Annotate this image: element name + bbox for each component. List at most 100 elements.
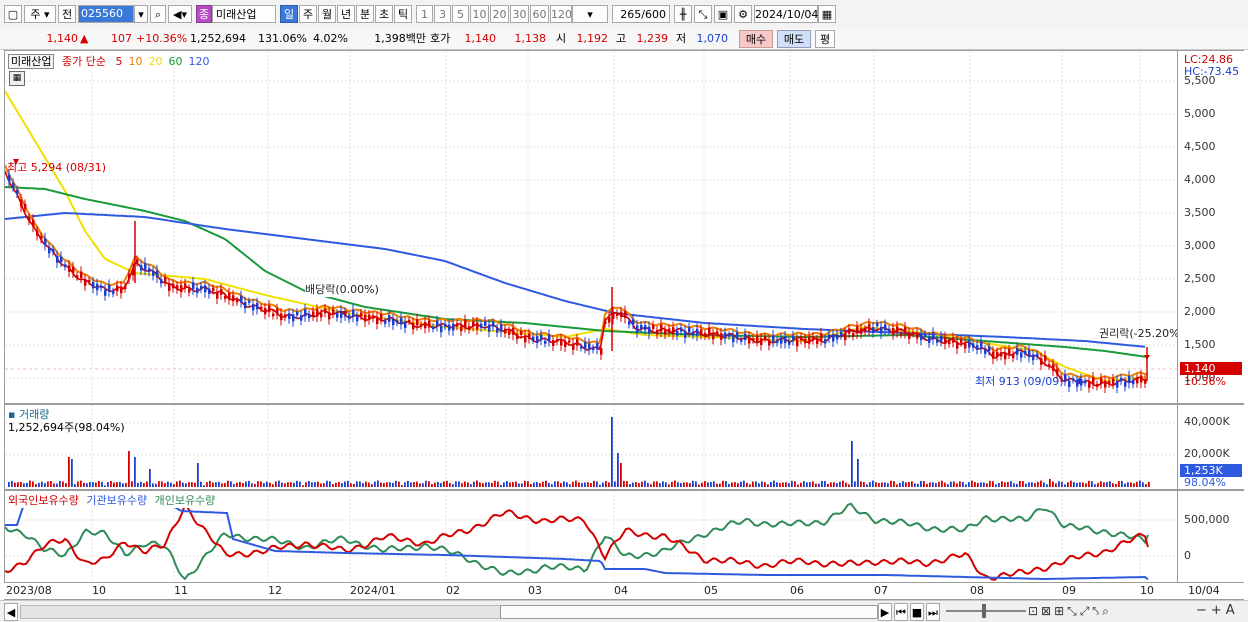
candle-body-279: [1124, 381, 1127, 387]
period-tab-4[interactable]: 분: [356, 5, 374, 23]
interval-button-5[interactable]: 30: [510, 5, 529, 23]
legend-ma-120[interactable]: 120: [188, 55, 209, 68]
volume-bar-213: [647, 482, 649, 487]
legend-ma-10[interactable]: 10: [128, 55, 142, 68]
candle-body-66: [272, 313, 275, 317]
buy-button[interactable]: 매수: [739, 30, 773, 48]
speaker-icon[interactable]: ◀▾: [168, 5, 192, 23]
interval-button-6[interactable]: 60: [530, 5, 549, 23]
stock-code-input[interactable]: [78, 5, 134, 23]
interval-button-1[interactable]: 3: [434, 5, 451, 23]
volume-bar-111: [341, 483, 343, 487]
volume-bar-24: [80, 480, 82, 487]
candle-body-166: [672, 327, 675, 335]
volume-bar-223: [677, 482, 679, 487]
chart-window-icon[interactable]: ▢: [4, 5, 22, 23]
interval-button-7[interactable]: 120: [550, 5, 572, 23]
x-axis: 2023/08 10 11 12 2024/01 02 03 04 05 06 07 08 09 10 10…: [4, 583, 1244, 600]
price-y-axis[interactable]: LC:24.86 HC:-73.45 5,500 5,000 4,500 4,000 3…: [1178, 50, 1244, 404]
volume-bar-182: [554, 481, 556, 487]
candle-body-259: [1044, 355, 1047, 362]
volume-bar-233: [707, 482, 709, 487]
eval-button[interactable]: 평: [815, 30, 835, 48]
zoom-slider-handle[interactable]: [982, 604, 986, 618]
calendar-icon[interactable]: ▦: [818, 5, 836, 23]
stock-name-field[interactable]: 미래산업: [212, 5, 276, 23]
price-chart[interactable]: [5, 51, 1177, 403]
candle-body-2: [16, 189, 19, 194]
volume-chart[interactable]: [5, 405, 1177, 489]
x-tick-9: 06: [790, 584, 804, 597]
candle-body-108: [440, 325, 443, 333]
candle-body-222: [896, 326, 899, 333]
candle-body-278: [1120, 377, 1123, 382]
legend-ma-20[interactable]: 20: [148, 55, 162, 68]
scrollbar-track[interactable]: [20, 605, 502, 619]
hold-tick-500000: 500,000: [1184, 513, 1230, 526]
legend-ma-5[interactable]: 5: [115, 55, 122, 68]
volume-bar-18: [62, 481, 64, 487]
date-field[interactable]: 2024/10/04: [754, 5, 818, 23]
code-dropdown-icon[interactable]: ▾: [134, 5, 148, 23]
candle-body-88: [360, 312, 363, 317]
volume-bar-201: [611, 417, 613, 487]
forward-icon[interactable]: ⏭: [926, 603, 940, 621]
candle-body-145: [588, 343, 591, 351]
holding-pane[interactable]: 외국인보유수량 기관보유수량 개인보유수량: [4, 490, 1178, 583]
period-tab-5[interactable]: 초: [375, 5, 393, 23]
candle-body-22: [96, 283, 99, 291]
legend-stock-name[interactable]: 미래산업: [8, 54, 55, 69]
sell-button[interactable]: 매도: [777, 30, 811, 48]
interval-dropdown[interactable]: ▾: [572, 5, 608, 23]
period-select[interactable]: 주 ▾: [24, 5, 56, 23]
period-tab-1[interactable]: 주: [299, 5, 317, 23]
candle-body-193: [780, 338, 783, 344]
candle-body-92: [376, 317, 379, 324]
zoom-slider[interactable]: [946, 610, 1026, 612]
period-tab-3[interactable]: 년: [337, 5, 355, 23]
interval-button-4[interactable]: 20: [490, 5, 509, 23]
scrollbar-thumb[interactable]: [500, 605, 878, 619]
volume-bar-216: [656, 481, 658, 487]
gear-icon[interactable]: ⚙: [734, 5, 752, 23]
vol-tick-40000k: 40,000K: [1184, 415, 1230, 428]
volume-bar-99: [305, 482, 307, 487]
candle-body-5: [28, 217, 31, 222]
draw-tool-icon[interactable]: ⤡: [694, 5, 712, 23]
interval-button-0[interactable]: 1: [416, 5, 433, 23]
candle-body-237: [956, 341, 959, 349]
stop-icon[interactable]: ■: [910, 603, 924, 621]
volume-bar-338: [1022, 480, 1024, 487]
count-field[interactable]: 265/600: [612, 5, 670, 23]
chart-menu-icon[interactable]: ▦: [9, 71, 25, 86]
legend-ma-60[interactable]: 60: [168, 55, 182, 68]
prev-button[interactable]: 전: [58, 5, 76, 23]
volume-bar-45: [143, 483, 145, 487]
interval-button-3[interactable]: 10: [470, 5, 489, 23]
volume-bar-352: [1064, 484, 1066, 487]
volume-bar-266: [806, 482, 808, 487]
volume-bar-16: [56, 483, 58, 487]
period-tab-0[interactable]: 일: [280, 5, 298, 23]
volume-bar-8: [32, 481, 34, 487]
volume-pane[interactable]: ▪ 거래량 1,252,694주(98.04%): [4, 404, 1178, 490]
price-pane[interactable]: 미래산업 종가 단순 5 10 20 60 120 ▦ 최고 5,294 (08/31)…: [4, 50, 1178, 404]
period-tab-2[interactable]: 월: [318, 5, 336, 23]
scroll-left-icon[interactable]: ◀: [4, 603, 18, 621]
period-tab-6[interactable]: 틱: [394, 5, 412, 23]
drawing-tools-icon[interactable]: ⊡⊠⊞⤡⤢⤣⌕: [1028, 604, 1112, 619]
volume-bar-219: [665, 482, 667, 487]
zoom-buttons-icon[interactable]: −+A: [1196, 603, 1239, 618]
candle-body-269: [1084, 380, 1087, 384]
volume-y-axis[interactable]: 40,000K 20,000K 1,253K 98.04%: [1178, 404, 1244, 490]
volume-bar-96: [296, 480, 298, 487]
high-label: 고: [616, 32, 627, 45]
candle-icon[interactable]: ╫: [674, 5, 692, 23]
volume-bar-320: [968, 482, 970, 487]
search-icon[interactable]: ⌕: [150, 5, 166, 23]
play-icon[interactable]: ▶: [878, 603, 892, 621]
save-icon[interactable]: ▣: [714, 5, 732, 23]
rewind-icon[interactable]: ⏮: [894, 603, 908, 621]
interval-button-2[interactable]: 5: [452, 5, 469, 23]
holding-y-axis[interactable]: 500,000 0: [1178, 490, 1244, 583]
